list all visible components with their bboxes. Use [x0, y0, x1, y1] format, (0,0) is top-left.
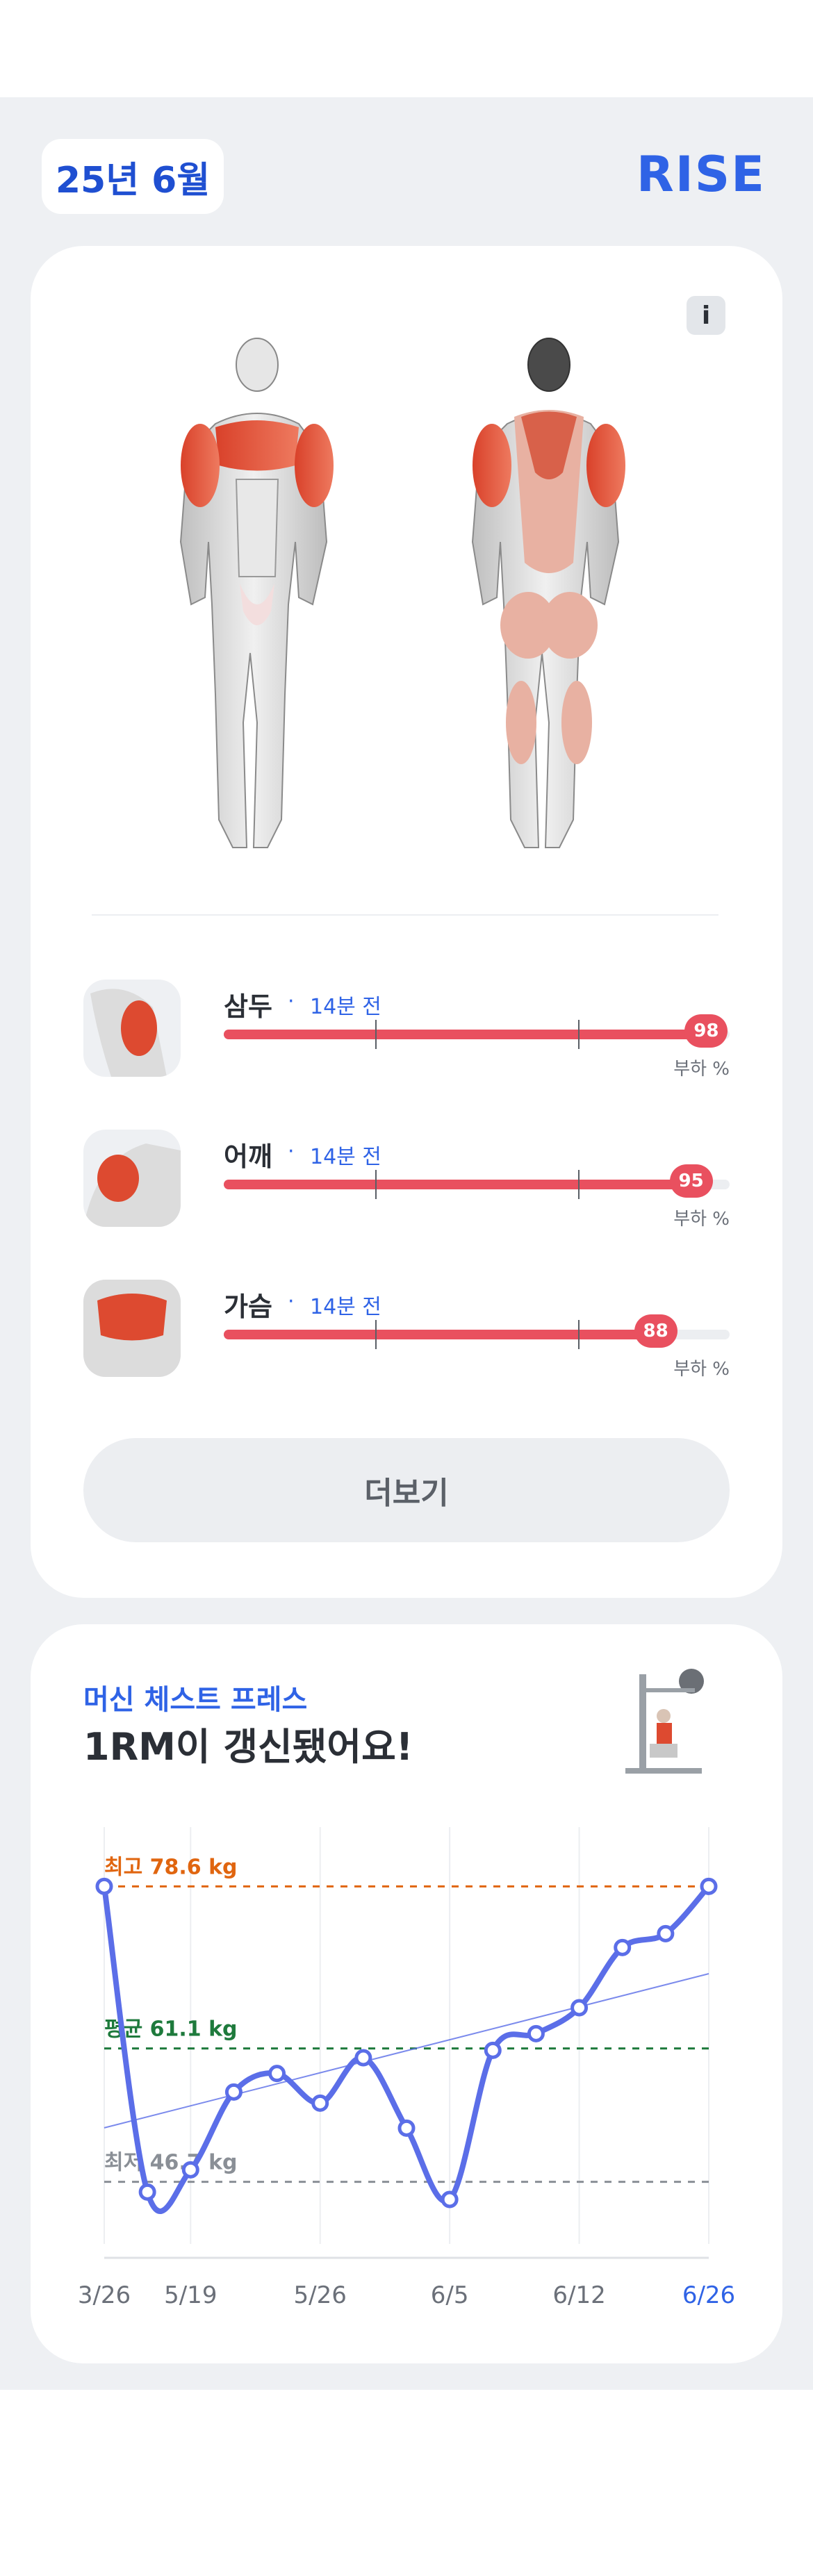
load-bar-track: 98: [224, 1014, 730, 1049]
shoulders-thumbnail: [83, 1130, 181, 1227]
reference-label: 최저 46.7 kg: [104, 2151, 238, 2175]
separator-dot: ·: [288, 989, 295, 1014]
info-button[interactable]: i: [687, 296, 725, 335]
more-button[interactable]: 더보기: [83, 1438, 730, 1542]
bar-tick: [375, 1320, 377, 1349]
load-unit-label: 부하 %: [673, 1059, 730, 1080]
x-tick-label: 5/19: [164, 2281, 217, 2309]
muscle-name: 삼두: [224, 991, 272, 1022]
triceps-thumbnail: [83, 980, 181, 1077]
reference-label: 최고 78.6 kg: [104, 1855, 238, 1879]
last-trained-time: 14분 전: [310, 1145, 381, 1169]
data-point: [657, 1924, 675, 1942]
data-point: [614, 1938, 632, 1956]
bar-tick: [578, 1170, 580, 1199]
data-point: [138, 2183, 156, 2201]
data-point: [484, 2041, 502, 2059]
muscle-row-shoulders[interactable]: 어깨 · 14분 전 95 부하 %: [0, 1130, 813, 1241]
x-tick-label: 6/26: [682, 2281, 735, 2309]
data-point: [570, 1999, 589, 2017]
data-point: [95, 1877, 113, 1895]
load-value-badge: 95: [669, 1164, 713, 1198]
load-value-badge: 98: [684, 1014, 728, 1048]
bar-tick: [375, 1170, 377, 1199]
muscle-row-chest[interactable]: 가슴 · 14분 전 88 부하 %: [0, 1280, 813, 1391]
bar-tick: [578, 1320, 580, 1349]
data-point: [397, 2119, 416, 2137]
load-bar-fill: [224, 1180, 705, 1189]
machine-illustration: [625, 1669, 704, 1774]
back-body-figure: [471, 338, 625, 848]
load-unit-label: 부하 %: [673, 1209, 730, 1230]
separator-dot: ·: [288, 1139, 295, 1164]
x-tick-label: 3/26: [78, 2281, 131, 2309]
trend-line: [104, 1973, 709, 2129]
separator-dot: ·: [288, 1289, 295, 1314]
muscle-row-triceps[interactable]: 삼두 · 14분 전 98 부하 %: [0, 980, 813, 1091]
x-tick-label: 5/26: [294, 2281, 347, 2309]
last-trained-time: 14분 전: [310, 1295, 381, 1319]
chart-headline: 1RM이 갱신됐어요!: [83, 1725, 413, 1769]
month-selector[interactable]: 25년 6월: [42, 139, 224, 214]
front-body-figure: [179, 338, 334, 848]
x-tick-label: 6/12: [552, 2281, 605, 2309]
data-point: [181, 2161, 199, 2179]
data-point: [311, 2094, 329, 2112]
last-trained-time: 14분 전: [310, 995, 381, 1019]
load-value-badge: 88: [634, 1314, 678, 1348]
load-bar-fill: [224, 1030, 720, 1039]
bar-tick: [375, 1020, 377, 1049]
muscle-name: 가슴: [224, 1291, 272, 1322]
chest-thumbnail: [83, 1280, 181, 1377]
load-bar-track: 95: [224, 1164, 730, 1199]
data-point: [527, 2024, 545, 2042]
1rm-line-chart: 최고 78.6 kg평균 61.1 kg최저 46.7 kg3/26 5/19 5/…: [78, 1827, 735, 2309]
data-point: [700, 1877, 718, 1895]
exercise-name: 머신 체스트 프레스: [83, 1684, 308, 1716]
data-point: [268, 2065, 286, 2083]
muscle-name: 어깨: [224, 1141, 272, 1172]
load-unit-label: 부하 %: [673, 1359, 730, 1380]
data-point: [441, 2190, 459, 2208]
divider: [92, 914, 718, 916]
data-point: [224, 2083, 243, 2101]
data-point: [354, 2049, 372, 2067]
x-tick-label: 6/5: [431, 2281, 469, 2309]
body-figures: [179, 338, 625, 848]
bar-tick: [578, 1020, 580, 1049]
load-bar-track: 88: [224, 1314, 730, 1349]
load-bar-fill: [224, 1330, 669, 1339]
brand-logo: RISE: [636, 146, 766, 203]
